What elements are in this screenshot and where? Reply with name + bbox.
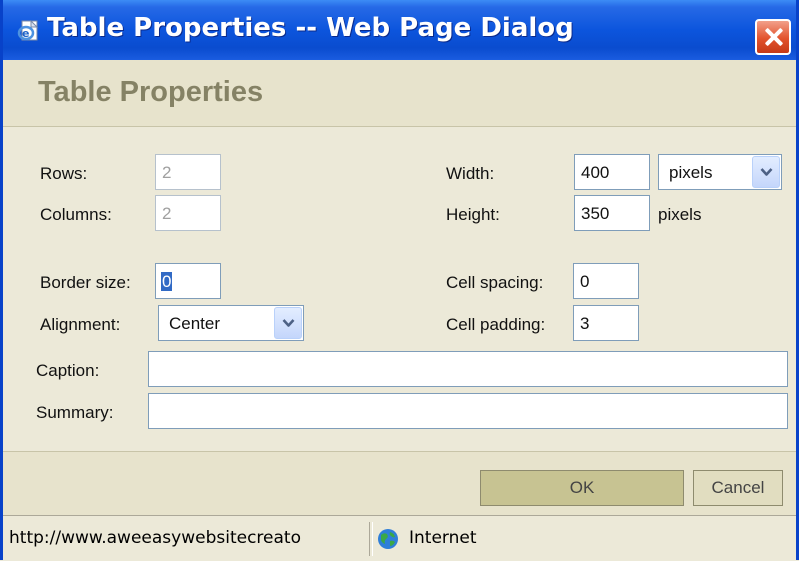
columns-label: Columns: <box>40 205 112 224</box>
page-title: Table Properties <box>38 76 264 108</box>
cancel-button[interactable]: Cancel <box>693 470 783 506</box>
caption-label: Caption: <box>36 361 100 380</box>
border-size-label: Border size: <box>40 273 131 292</box>
rows-label: Rows: <box>40 164 88 183</box>
table-properties-form: Rows: 2 Columns: 2 Width: 400 pixels Hei… <box>3 127 796 451</box>
title-bar[interactable]: e Table Properties -- Web Page Dialog <box>3 0 796 60</box>
height-label: Height: <box>446 205 500 224</box>
security-zone: Internet <box>409 528 477 548</box>
alignment-value: Center <box>169 314 221 333</box>
ie-page-icon: e <box>17 20 39 41</box>
width-label: Width: <box>446 164 495 183</box>
cell-spacing-label: Cell spacing: <box>446 273 544 292</box>
border-size-value: 0 <box>161 272 173 291</box>
svg-text:e: e <box>22 27 29 40</box>
border-size-field[interactable]: 0 <box>155 263 221 299</box>
columns-field[interactable]: 2 <box>155 195 221 231</box>
width-field[interactable]: 400 <box>574 154 650 190</box>
width-unit-select[interactable]: pixels <box>658 154 782 190</box>
close-icon[interactable] <box>755 19 791 55</box>
cell-padding-label: Cell padding: <box>446 315 546 334</box>
alignment-label: Alignment: <box>40 315 121 334</box>
divider <box>369 522 373 556</box>
status-url: http://www.aweeasywebsitecreato <box>9 528 301 548</box>
rows-field[interactable]: 2 <box>155 154 221 190</box>
caption-field[interactable] <box>148 351 788 387</box>
summary-label: Summary: <box>36 403 114 422</box>
dialog-footer: OK Cancel <box>3 452 796 515</box>
height-unit-label: pixels <box>658 205 702 224</box>
cell-padding-field[interactable]: 3 <box>573 305 639 341</box>
width-unit-value: pixels <box>669 163 713 182</box>
chevron-down-icon[interactable] <box>752 156 780 188</box>
dialog-window: e Table Properties -- Web Page Dialog Ta… <box>0 0 799 561</box>
dialog-header: Table Properties <box>3 60 796 126</box>
alignment-select[interactable]: Center <box>158 305 304 341</box>
summary-field[interactable] <box>148 393 788 429</box>
globe-icon <box>378 529 398 549</box>
height-field[interactable]: 350 <box>574 195 650 231</box>
cell-spacing-field[interactable]: 0 <box>573 263 639 299</box>
status-bar: http://www.aweeasywebsitecreato Internet <box>3 515 796 561</box>
window-title: Table Properties -- Web Page Dialog <box>47 13 574 43</box>
ok-button[interactable]: OK <box>480 470 684 506</box>
chevron-down-icon[interactable] <box>274 307 302 339</box>
